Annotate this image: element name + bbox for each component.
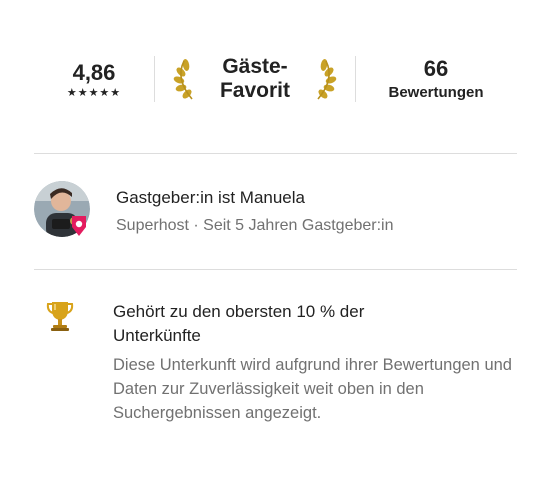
rating-stars: ★★★★★	[66, 86, 122, 99]
rating-block: 4,86 ★★★★★	[34, 60, 154, 99]
guest-favorite-summary: 4,86 ★★★★★ Gäste- Favorit 66 Bewertungen	[34, 44, 517, 114]
rating-value: 4,86	[72, 59, 116, 85]
superhost-badge-icon	[72, 216, 86, 236]
reviews-label: Bewertungen	[388, 84, 484, 101]
guest-favorite-label: Gäste- Favorit	[212, 55, 298, 103]
reviews-block[interactable]: 66 Bewertungen	[356, 56, 516, 102]
guest-favorite-badge: Gäste- Favorit	[155, 55, 355, 103]
section-divider	[34, 269, 517, 270]
trophy-icon	[46, 302, 74, 331]
host-subtitle: Superhost · Seit 5 Jahren Gastgeber:in	[116, 217, 394, 234]
host-avatar[interactable]	[34, 181, 90, 237]
highlight-description: Diese Unterkunft wird aufgrund ihrer Bew…	[113, 356, 512, 422]
host-name: Gastgeber:in ist Manuela	[116, 188, 305, 207]
host-section[interactable]: Gastgeber:in ist Manuela Superhost · Sei…	[34, 181, 517, 239]
laurel-left-icon	[173, 59, 193, 100]
section-divider	[34, 153, 517, 154]
guest-favorite-line2: Favorit	[219, 79, 290, 102]
laurel-right-icon	[317, 59, 337, 100]
guest-favorite-line1: Gäste-	[222, 55, 288, 78]
highlight-title: Gehört zu den obersten 10 % der Unterkün…	[113, 302, 365, 345]
reviews-count: 66	[423, 56, 449, 81]
